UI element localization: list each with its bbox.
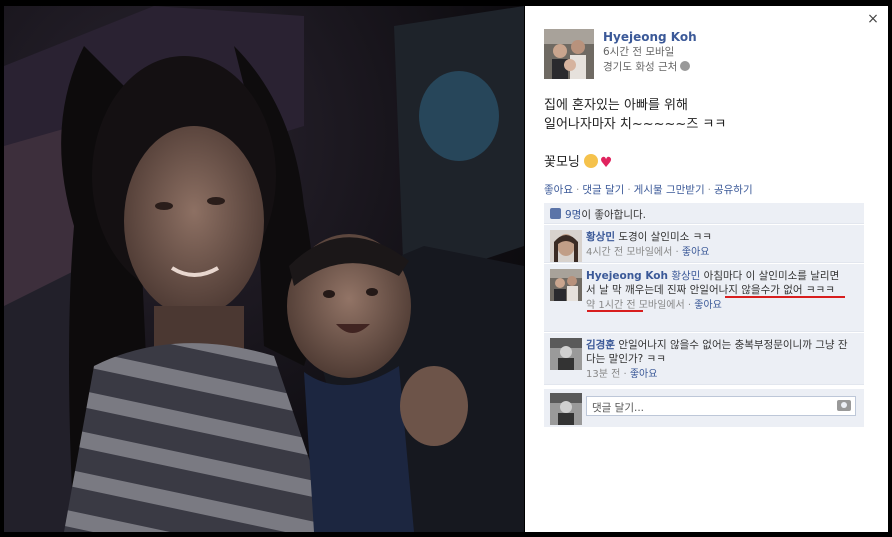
post-message: 집에 혼자있는 아빠를 위해 일어나자마자 치~~~~~즈 ㅋㅋ 꽃모닝 ♥ <box>544 96 726 173</box>
comment-placeholder: 댓글 달기... <box>592 402 644 414</box>
separator: · <box>707 184 711 196</box>
comment-item: 황상민 도경이 살인미소 ㅋㅋ 4시간 전 모바일에서 · 좋아요 <box>544 225 864 263</box>
commenter-avatar[interactable] <box>550 338 582 370</box>
globe-icon[interactable] <box>680 61 691 71</box>
post-text-segment: 꽃모닝 <box>544 155 580 170</box>
comment-meta: 13분 전 · 좋아요 <box>586 368 858 382</box>
heart-emoji-icon: ♥ <box>599 155 613 171</box>
post-location[interactable]: 경기도 화성 근처 <box>603 61 677 73</box>
close-button[interactable]: × <box>866 12 880 26</box>
separator: · <box>575 184 580 196</box>
post-location-row: 경기도 화성 근처 <box>603 60 697 75</box>
viewer-avatar <box>550 393 582 425</box>
post-text-line: 일어나자마자 치~~~~~즈 ㅋㅋ <box>544 117 727 132</box>
smile-emoji-icon <box>583 154 598 168</box>
likes-summary: 9명이 좋아합니다. <box>544 203 864 224</box>
avatar-image <box>544 29 594 79</box>
avatar-image <box>550 393 582 425</box>
like-link[interactable]: 좋아요 <box>544 184 573 196</box>
thumbs-up-icon <box>550 208 561 219</box>
post-side-panel: × Hyejeong Koh 6시간 전 모바일 경기도 화성 근처 집에 혼자… <box>525 6 888 532</box>
author-avatar[interactable] <box>544 29 594 79</box>
comment-link[interactable]: 댓글 달기 <box>582 184 624 196</box>
avatar-image <box>550 269 582 301</box>
photo-viewer-overlay: × Hyejeong Koh 6시간 전 모바일 경기도 화성 근처 집에 혼자… <box>0 0 892 537</box>
likes-suffix: 이 좋아합니다. <box>581 209 646 221</box>
comment-author-link[interactable]: 황상민 <box>586 231 615 243</box>
comment-meta: 4시간 전 모바일에서 · 좋아요 <box>586 246 858 260</box>
post-text-line: 꽃모닝 ♥ <box>544 153 726 173</box>
avatar-image <box>550 230 582 262</box>
likes-count-link[interactable]: 9명 <box>565 209 581 221</box>
comment-author-link[interactable]: Hyejeong Koh <box>586 270 668 282</box>
comment-text: 도경이 살인미소 ㅋㅋ <box>618 231 712 243</box>
comment-like-link[interactable]: 좋아요 <box>682 247 710 258</box>
camera-icon[interactable] <box>837 400 851 411</box>
comment-composer: 댓글 달기... <box>544 389 864 427</box>
comment-author-link[interactable]: 김경훈 <box>586 339 615 351</box>
author-meta: Hyejeong Koh 6시간 전 모바일 경기도 화성 근처 <box>603 29 697 79</box>
comment-like-link[interactable]: 좋아요 <box>694 300 722 311</box>
commenter-avatar[interactable] <box>550 230 582 262</box>
post-author: Hyejeong Koh 6시간 전 모바일 경기도 화성 근처 <box>544 29 697 79</box>
comment-like-link[interactable]: 좋아요 <box>630 369 658 380</box>
highlight-underline <box>725 296 845 298</box>
comment-input[interactable]: 댓글 달기... <box>586 396 856 416</box>
separator: · <box>627 184 631 196</box>
comment-time: 4시간 전 모바일에서 · <box>586 247 679 258</box>
highlight-underline <box>587 310 643 312</box>
photo[interactable] <box>4 6 524 532</box>
comment-mention-link[interactable]: 황상민 <box>671 270 700 282</box>
photo-image <box>4 6 524 532</box>
commenter-avatar[interactable] <box>550 269 582 301</box>
comment-text: 안일어나지 않을수 없어는 충복부정문이니까 그냥 잔다는 말인가? ㅋㅋ <box>586 339 848 365</box>
comment-time: 13분 전 · <box>586 369 627 380</box>
unfollow-post-link[interactable]: 게시물 그만받기 <box>634 184 705 196</box>
author-name-link[interactable]: Hyejeong Koh <box>603 29 697 45</box>
share-link[interactable]: 공유하기 <box>714 184 753 196</box>
post-text-line: 집에 혼자있는 아빠를 위해 <box>544 98 688 113</box>
comment-item: Hyejeong Koh 황상민 아침마다 이 살인미소를 날리면서 날 막 깨… <box>544 264 864 332</box>
post-actions: 좋아요 · 댓글 달기 · 게시물 그만받기 · 공유하기 <box>544 182 753 197</box>
post-time[interactable]: 6시간 전 모바일 <box>603 45 697 60</box>
comment-item: 김경훈 안일어나지 않을수 없어는 충복부정문이니까 그냥 잔다는 말인가? ㅋ… <box>544 333 864 385</box>
avatar-image <box>550 338 582 370</box>
